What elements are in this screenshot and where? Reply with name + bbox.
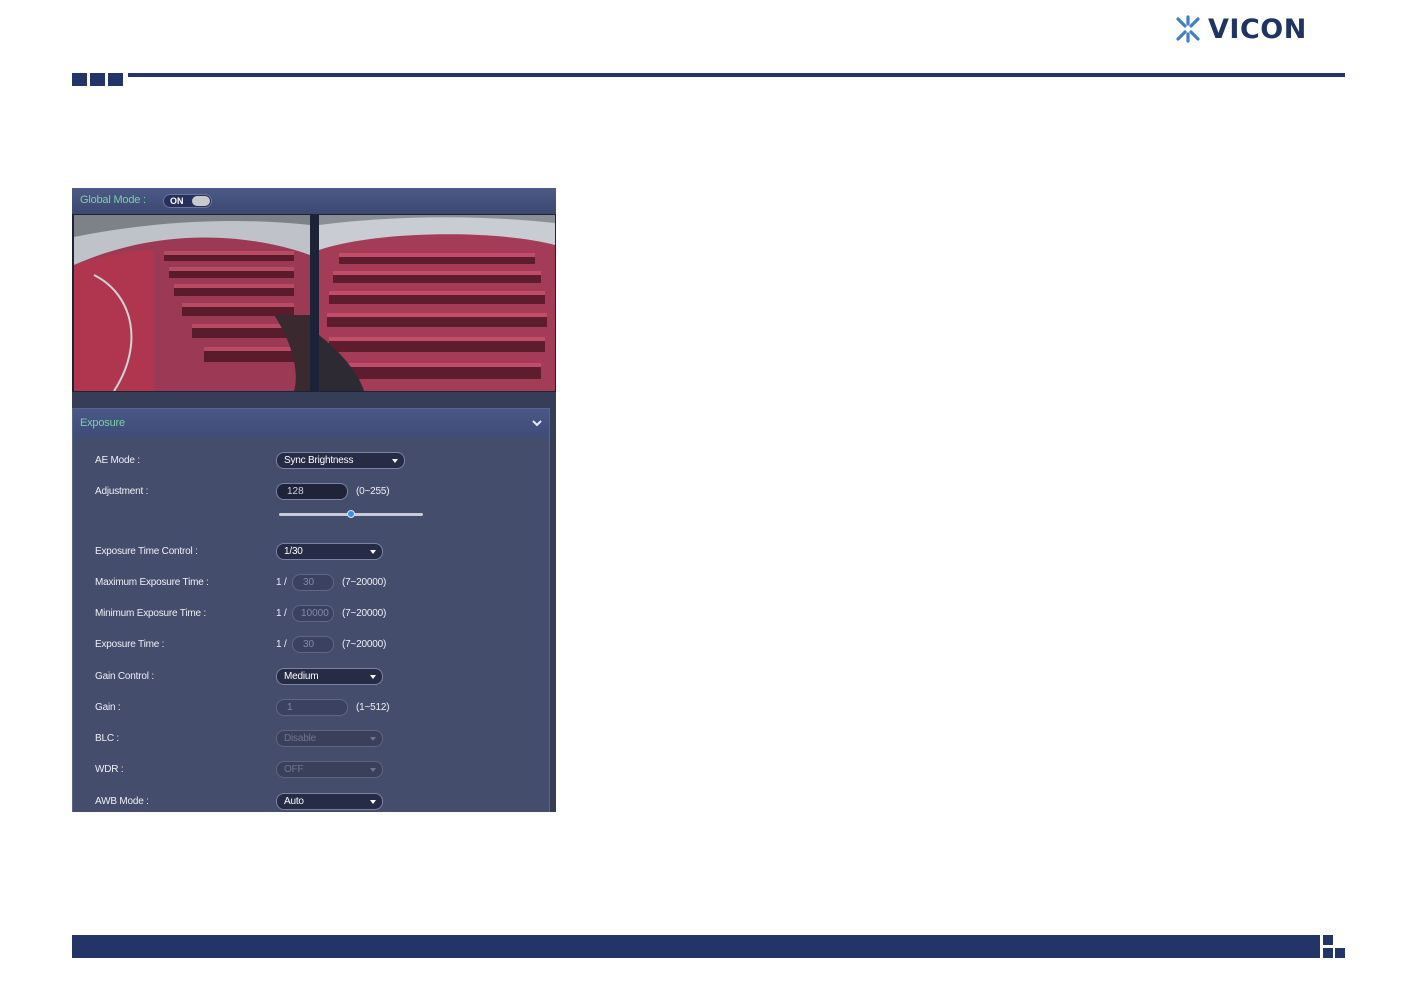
camera-view-left[interactable] [74,215,310,391]
footer-square [1323,948,1333,958]
header-square [108,73,123,86]
gain-control-label: Gain Control : [95,671,154,682]
gain-value: 1 [287,702,293,713]
brand-name: VICON [1208,13,1307,45]
global-mode-bar: Global Mode : ON [72,188,556,215]
ae-mode-select[interactable]: Sync Brightness [276,452,405,469]
min-exposure-time-label: Minimum Exposure Time : [95,608,206,619]
dropdown-arrow-icon [370,768,376,772]
exposure-section: Exposure AE Mode : Sync Brightness Adjus… [72,408,550,812]
max-exposure-time-label: Maximum Exposure Time : [95,577,209,588]
ae-mode-value: Sync Brightness [284,455,354,466]
min-exposure-range: (7~20000) [342,608,387,619]
exposure-time-label: Exposure Time : [95,639,165,650]
blc-label: BLC : [95,733,120,744]
min-exposure-time-value: 10000 [301,608,329,619]
max-exposure-time-input[interactable]: 30 [292,574,334,591]
gain-label: Gain : [95,702,121,713]
footer-bar [72,935,1320,958]
toggle-state-label: ON [170,196,184,206]
gain-range: (1~512) [356,702,390,713]
awb-mode-value: Auto [284,796,304,807]
dropdown-arrow-icon [392,459,398,463]
exposure-time-value: 30 [303,639,315,650]
blc-value: Disable [284,733,316,744]
adjustment-label: Adjustment : [95,486,149,497]
dropdown-arrow-icon [370,550,376,554]
exposure-time-control-label: Exposure Time Control : [95,546,198,557]
adjustment-range: (0~255) [356,486,390,497]
camera-views [72,214,556,392]
wdr-select[interactable]: OFF [276,761,383,778]
gain-control-value: Medium [284,671,319,682]
ae-mode-label: AE Mode : [95,455,140,466]
header-rule [128,73,1345,77]
toggle-knob [192,196,210,206]
wdr-value: OFF [284,764,304,775]
max-exposure-prefix: 1 / [276,577,287,588]
footer-square [1335,948,1345,958]
gain-control-select[interactable]: Medium [276,668,383,685]
blc-select[interactable]: Disable [276,730,383,747]
camera-feed-left-icon [74,215,310,391]
dropdown-arrow-icon [370,675,376,679]
awb-mode-select[interactable]: Auto [276,793,383,810]
camera-settings-panel: Global Mode : ON Exposure AE Mode: Sync… [72,188,556,812]
exposure-time-range: (7~20000) [342,639,387,650]
header-square [90,73,105,86]
min-exposure-prefix: 1 / [276,608,287,619]
exposure-time-control-select[interactable]: 1/30 [276,543,383,560]
exposure-title: Exposure [80,417,125,429]
min-exposure-time-input[interactable]: 10000 [292,605,334,622]
chevron-down-icon[interactable] [531,417,543,429]
camera-feed-right-icon [319,215,555,391]
awb-mode-label: AWB Mode : [95,796,149,807]
camera-view-right[interactable] [319,215,555,391]
vicon-mark-icon [1176,15,1200,43]
wdr-label: WDR : [95,764,124,775]
exposure-time-prefix: 1 / [276,639,287,650]
adjustment-input[interactable]: 128 [276,483,348,500]
max-exposure-range: (7~20000) [342,577,387,588]
exposure-header[interactable]: Exposure [73,409,549,437]
dropdown-arrow-icon [370,800,376,804]
adjustment-slider-handle[interactable] [347,510,355,518]
global-mode-toggle[interactable]: ON [163,194,212,208]
max-exposure-time-value: 30 [303,577,315,588]
vicon-logo: VICON [1174,13,1307,45]
footer-square [1323,935,1333,945]
dropdown-arrow-icon [370,737,376,741]
exposure-time-input[interactable]: 30 [292,636,334,653]
exposure-time-control-value: 1/30 [284,546,303,557]
adjustment-value: 128 [287,486,304,497]
gain-input[interactable]: 1 [276,699,348,716]
header-square [72,73,87,86]
global-mode-label: Global Mode : [80,194,146,206]
